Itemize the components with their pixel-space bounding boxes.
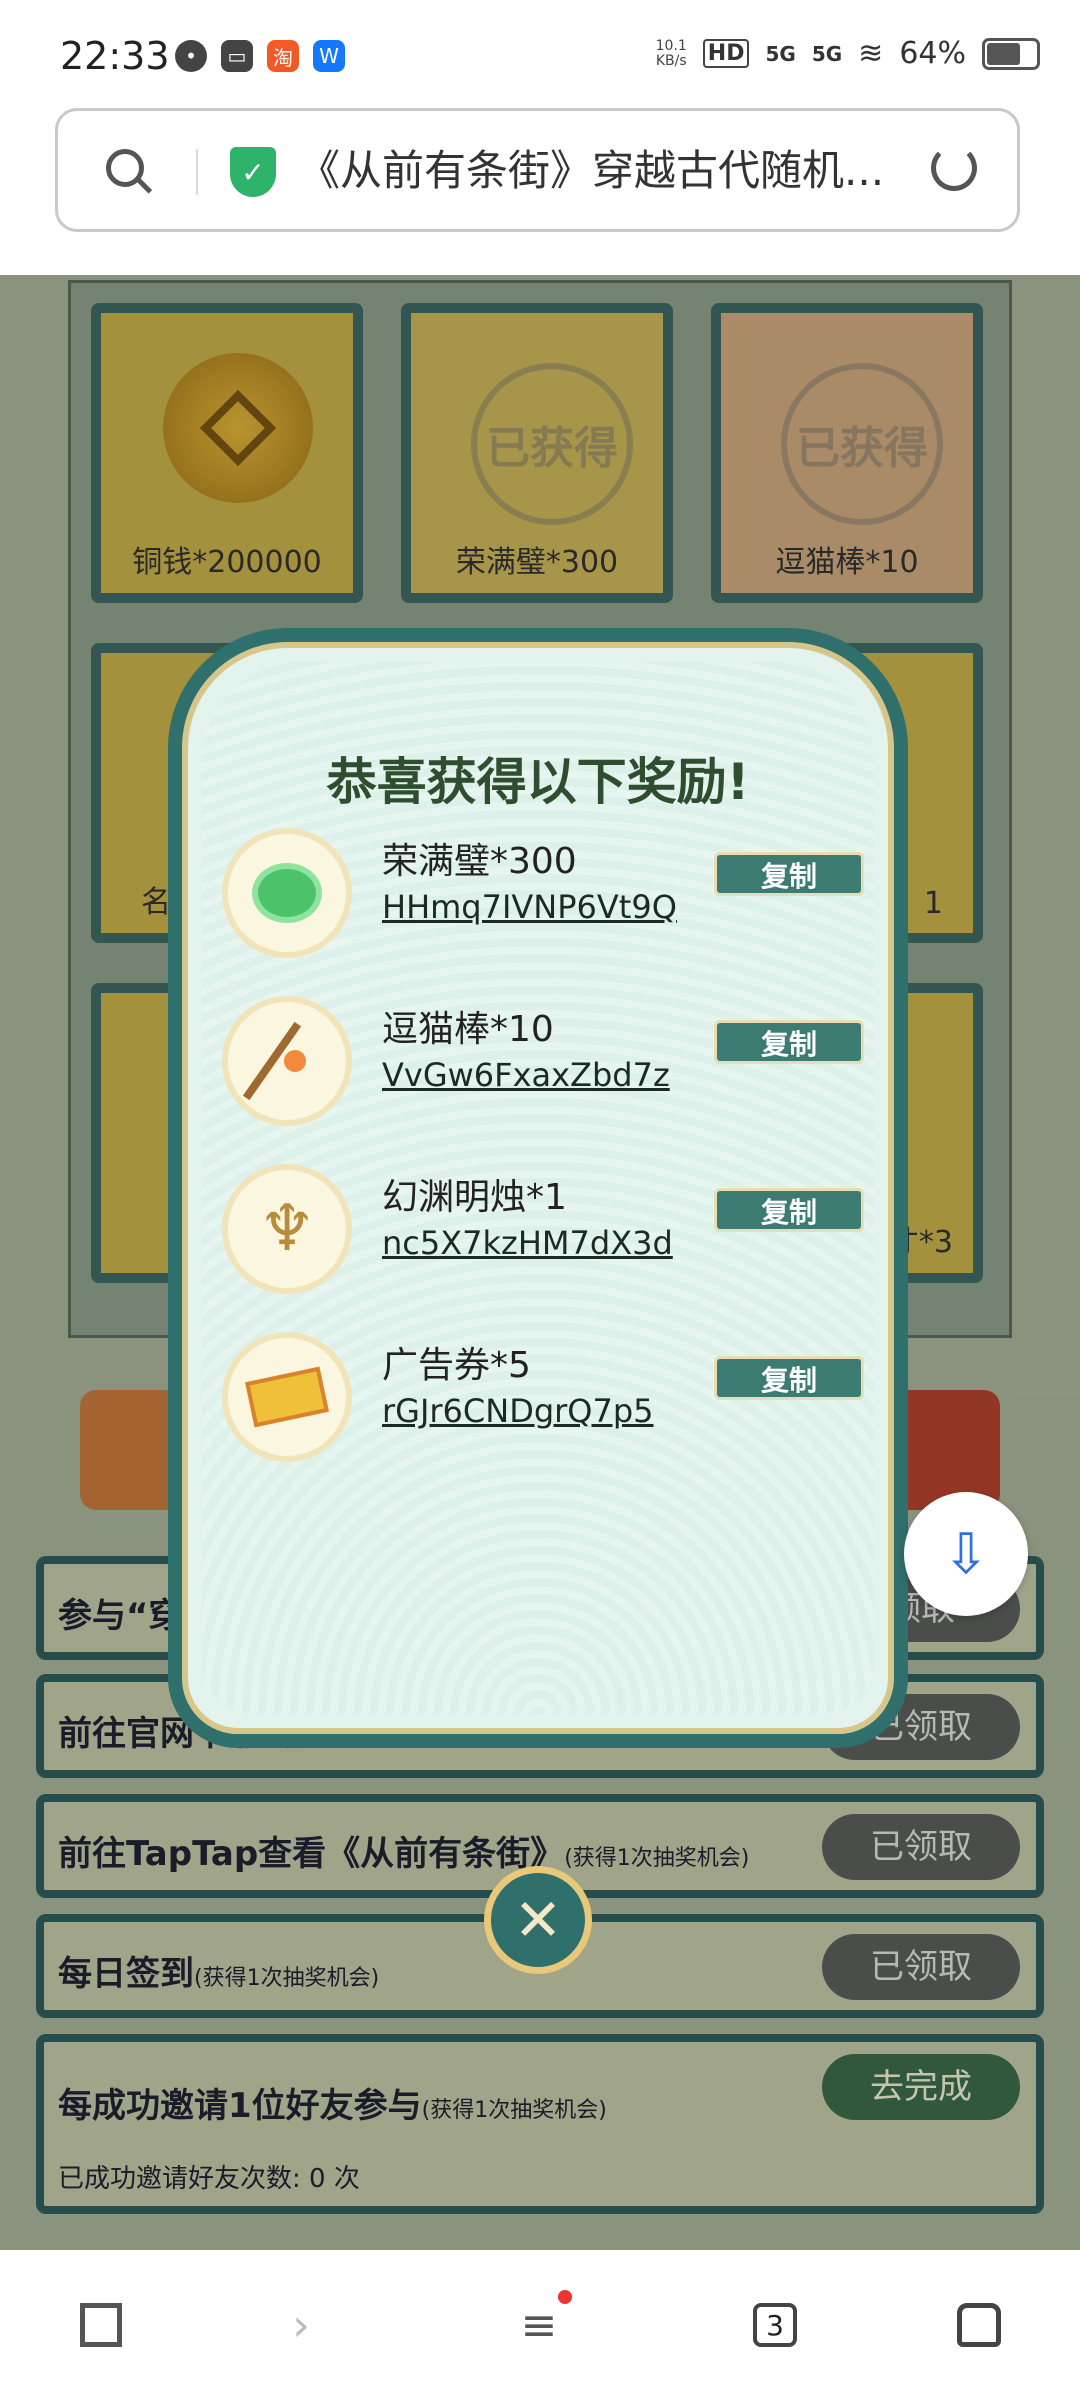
w-app-icon: W [313, 40, 345, 72]
reward-row: 逗猫棒*10 VvGw6FxaxZbd7z 复制 [222, 996, 882, 1136]
forward-icon[interactable]: › [266, 2290, 336, 2360]
ad-ticket-icon [222, 1332, 352, 1462]
tabs-icon[interactable]: 3 [740, 2290, 810, 2360]
close-tab-icon[interactable] [66, 2290, 136, 2360]
copy-button[interactable]: 复制 [714, 1188, 864, 1232]
jade-disc-icon [222, 828, 352, 958]
reward-dialog: 恭喜获得以下奖励! 荣满璧*300 HHmq7IVNP6Vt9Q 复制 逗猫棒*… [168, 628, 908, 1748]
reload-icon[interactable] [931, 145, 977, 191]
clock: 22:33 [60, 34, 170, 78]
search-icon[interactable] [106, 149, 144, 187]
home-icon[interactable] [944, 2290, 1014, 2360]
menu-icon[interactable]: ≡ [504, 2290, 574, 2360]
message-icon: • [175, 40, 207, 72]
divider [196, 149, 198, 195]
mail-icon: ▭ [221, 40, 253, 72]
shield-check-icon: ✓ [230, 147, 276, 197]
reward-row: 荣满璧*300 HHmq7IVNP6Vt9Q 复制 [222, 828, 882, 968]
hd-icon: HD [702, 39, 750, 68]
tabs-count: 3 [753, 2303, 797, 2347]
net-speed: 10.1 KB/s [655, 37, 687, 69]
close-icon[interactable]: ✕ [484, 1866, 592, 1974]
redeem-code[interactable]: nc5X7kzHM7dX3d [382, 1224, 673, 1262]
wifi-icon: ≋ [858, 36, 884, 71]
candle-lamp-icon: ♆ [222, 1164, 352, 1294]
reward-name: 广告券*5 [382, 1345, 531, 1386]
copy-button[interactable]: 复制 [714, 1356, 864, 1400]
signal-5g-icon-2: 5G [811, 41, 843, 66]
cat-teaser-icon [222, 996, 352, 1126]
taobao-icon: 淘 [267, 40, 299, 72]
redeem-code[interactable]: HHmq7IVNP6Vt9Q [382, 888, 677, 926]
reward-row: ♆ 幻渊明烛*1 nc5X7kzHM7dX3d 复制 [222, 1164, 882, 1304]
browser-bottom-nav: › ≡ 3 [0, 2250, 1080, 2400]
page-title[interactable]: 《从前有条街》穿越古代随机... [298, 141, 938, 201]
dialog-title: 恭喜获得以下奖励! [326, 753, 750, 811]
copy-button[interactable]: 复制 [714, 852, 864, 896]
address-bar[interactable]: ✓ 《从前有条街》穿越古代随机... [55, 108, 1020, 232]
notification-dot [558, 2290, 572, 2304]
battery-icon [982, 37, 1040, 70]
status-right: 10.1 KB/s HD 5G 5G ≋ 64% [656, 36, 1040, 71]
reward-name: 逗猫棒*10 [382, 1009, 554, 1050]
reward-name: 幻渊明烛*1 [382, 1177, 567, 1218]
battery-level [987, 42, 1021, 65]
status-bar: 22:33 • ▭ 淘 W 10.1 KB/s HD 5G 5G ≋ 64% [0, 0, 1080, 110]
battery-percent: 64% [899, 36, 966, 71]
signal-5g-icon: 5G [765, 41, 796, 66]
reward-row: 广告券*5 rGJr6CNDgrQ7p5 复制 [222, 1332, 882, 1472]
download-icon[interactable]: ⇩ [904, 1492, 1028, 1616]
copy-button[interactable]: 复制 [714, 1020, 864, 1064]
reward-name: 荣满璧*300 [382, 841, 577, 882]
redeem-code[interactable]: VvGw6FxaxZbd7z [382, 1056, 670, 1094]
redeem-code[interactable]: rGJr6CNDgrQ7p5 [382, 1392, 654, 1430]
notification-icons: • ▭ 淘 W [175, 40, 345, 72]
